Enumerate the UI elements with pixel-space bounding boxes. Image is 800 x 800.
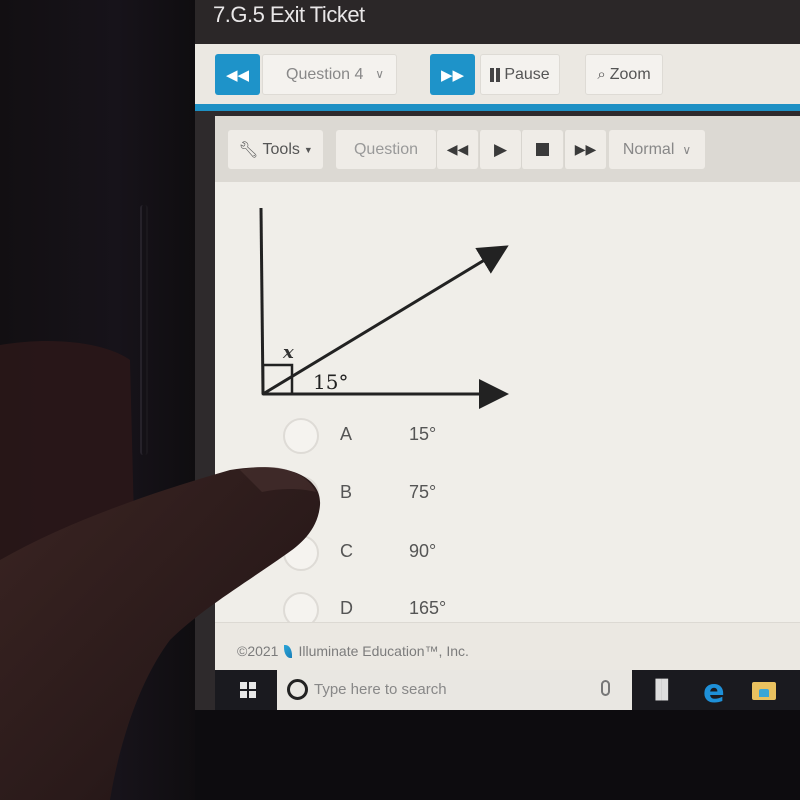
previous-question-button[interactable]: ◀◀ <box>215 54 260 95</box>
screen: 7.G.5 Exit Ticket ◀◀ Question 4 ∨ ▶▶ Pau… <box>195 0 800 710</box>
tools-label: Tools <box>262 140 300 158</box>
question-select[interactable]: Question 4 ∨ <box>262 54 397 95</box>
unknown-angle-label: x <box>282 342 294 363</box>
angle-diagram: x 15° <box>259 207 509 409</box>
question-select-value: Question 4 <box>286 65 364 83</box>
fast-forward-icon: ▶▶ <box>574 141 597 157</box>
choice-letter: C <box>340 541 353 561</box>
radio-button[interactable] <box>283 476 319 512</box>
footer: ©2021 Illuminate Education™, Inc. <box>215 622 800 672</box>
pause-button[interactable]: Pause <box>480 54 560 95</box>
file-explorer-icon[interactable] <box>752 682 776 700</box>
accent-divider <box>195 104 800 111</box>
caret-down-icon: ▼ <box>303 144 313 155</box>
question-nav-bar: ◀◀ Question 4 ∨ ▶▶ Pause ⌕ Zoom <box>195 44 800 106</box>
speed-select[interactable]: Normal ∨ <box>609 130 705 169</box>
choice-d[interactable]: D 165° <box>283 592 483 622</box>
play-button[interactable]: ▶ <box>479 130 521 169</box>
chevron-down-icon: ∨ <box>682 142 692 157</box>
wrench-icon: 🔧︎ <box>238 141 259 159</box>
edge-browser-icon[interactable]: e <box>703 672 725 710</box>
choice-letter: D <box>340 598 353 618</box>
company-name: Illuminate Education™, Inc. <box>298 643 469 659</box>
pause-icon <box>490 67 501 82</box>
chevron-down-icon: ∨ <box>375 67 384 81</box>
monitor-bezel <box>0 0 195 800</box>
rewind-icon: ◀◀ <box>446 141 469 157</box>
pause-label: Pause <box>504 65 550 83</box>
player-toolbar: 🔧︎ Tools ▼ Question ◀◀ ▶ ▶▶ Normal ∨ <box>215 116 800 182</box>
double-right-arrow-icon: ▶▶ <box>440 66 465 84</box>
fast-forward-button[interactable]: ▶▶ <box>564 130 606 169</box>
windows-start-icon[interactable] <box>240 682 256 698</box>
zoom-button[interactable]: ⌕ Zoom <box>585 54 663 95</box>
microphone-icon[interactable] <box>601 680 610 696</box>
choice-a[interactable]: A 15° <box>283 418 483 458</box>
choice-value: 75° <box>409 482 437 502</box>
next-question-button[interactable]: ▶▶ <box>430 54 475 95</box>
cortana-icon <box>287 679 308 700</box>
diagonal-ray <box>262 245 509 396</box>
given-angle-label: 15° <box>313 370 348 394</box>
radio-button[interactable] <box>283 418 319 454</box>
rewind-button[interactable]: ◀◀ <box>436 130 478 169</box>
radio-button[interactable] <box>283 592 319 622</box>
task-view-icon[interactable]: ▐▌ <box>649 679 675 700</box>
title-bar: 7.G.5 Exit Ticket <box>195 0 800 44</box>
page-title: 7.G.5 Exit Ticket <box>213 2 365 27</box>
copyright: ©2021 Illuminate Education™, Inc. <box>237 643 469 659</box>
question-audio-label: Question <box>336 130 436 169</box>
illuminate-logo-icon <box>284 644 293 658</box>
double-left-arrow-icon: ◀◀ <box>225 66 250 84</box>
tools-dropdown[interactable]: 🔧︎ Tools ▼ <box>228 130 323 169</box>
search-icon: ⌕ <box>597 66 606 83</box>
choice-letter: A <box>340 424 353 444</box>
search-placeholder: Type here to search <box>314 681 447 698</box>
radio-button[interactable] <box>283 535 319 571</box>
play-icon: ▶ <box>493 139 508 159</box>
question-content: x 15° A 15° B 75° C 90° D 165° <box>215 182 800 622</box>
stop-button[interactable] <box>521 130 563 169</box>
copyright-year: ©2021 <box>237 643 279 659</box>
bezel-edge <box>140 205 148 455</box>
speed-select-value: Normal <box>622 140 675 158</box>
choice-value: 90° <box>409 541 437 561</box>
choice-value: 165° <box>409 598 447 618</box>
zoom-label: Zoom <box>609 65 651 83</box>
choice-value: 15° <box>409 424 437 444</box>
choice-c[interactable]: C 90° <box>283 535 483 575</box>
choice-letter: B <box>340 482 353 502</box>
taskbar-search-box[interactable]: Type here to search <box>277 670 632 710</box>
choice-b[interactable]: B 75° <box>283 476 483 516</box>
windows-taskbar: Type here to search ▐▌ e <box>215 670 800 710</box>
stop-icon <box>536 143 549 156</box>
